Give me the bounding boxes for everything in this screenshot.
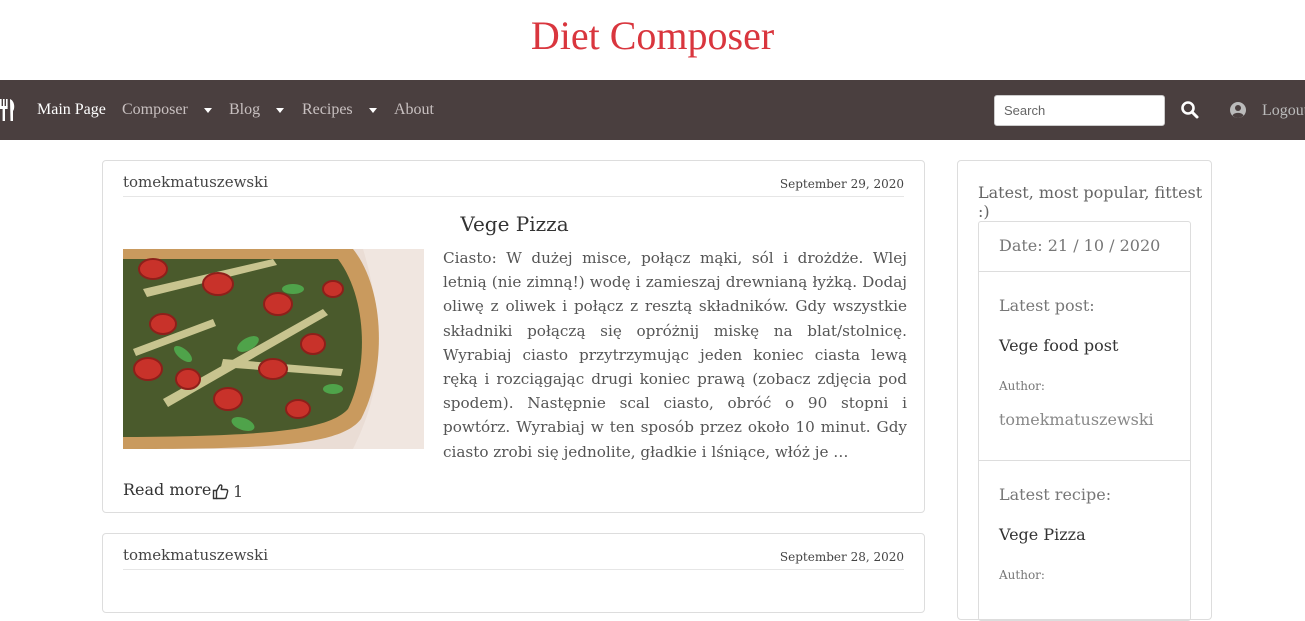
nav-recipes-label: Recipes <box>302 101 353 118</box>
latest-recipe-label: Latest recipe: <box>999 485 1112 504</box>
nav-main-page[interactable]: Main Page <box>37 80 106 140</box>
caret-down-icon <box>203 107 212 113</box>
user-circle-icon <box>1229 101 1247 119</box>
nav-about[interactable]: About <box>394 80 434 140</box>
post-date: September 28, 2020 <box>779 550 904 564</box>
nav-blog[interactable]: Blog <box>229 80 285 140</box>
sidebar-panel: Date: 21 / 10 / 2020 Latest post: Vege f… <box>978 221 1191 621</box>
read-more-link[interactable]: Read more <box>123 480 211 499</box>
sidebar-divider <box>979 460 1190 461</box>
post-divider <box>123 569 904 570</box>
nav-recipes[interactable]: Recipes <box>302 80 377 140</box>
nav-composer-label: Composer <box>122 101 188 118</box>
post-date: September 29, 2020 <box>779 177 904 191</box>
sidebar: Latest, most popular, fittest :) Date: 2… <box>957 160 1212 621</box>
post-excerpt: Ciasto: W dużej misce, połącz mąki, sól … <box>443 249 907 461</box>
post-author[interactable]: tomekmatuszewski <box>123 546 268 564</box>
caret-down-icon <box>276 107 285 113</box>
nav-blog-label: Blog <box>229 101 261 118</box>
nav-composer[interactable]: Composer <box>122 80 212 140</box>
post-image[interactable] <box>123 249 424 449</box>
blog-post-card: tomekmatuszewski September 28, 2020 <box>102 533 925 613</box>
like-count: 1 <box>233 481 244 501</box>
latest-post-label: Latest post: <box>999 296 1095 315</box>
latest-recipe-link[interactable]: Vege Pizza <box>999 525 1086 544</box>
blog-post-card: tomekmatuszewski September 29, 2020 Vege… <box>102 160 925 513</box>
sidebar-divider <box>979 271 1190 272</box>
sidebar-date: Date: 21 / 10 / 2020 <box>999 236 1161 255</box>
navbar: Main Page Composer Blog Recipes About Lo… <box>0 80 1305 140</box>
author-label: Author: <box>999 568 1045 582</box>
like-button[interactable]: 1 <box>212 480 243 502</box>
thumbs-up-icon <box>212 483 229 499</box>
sidebar-header: Latest, most popular, fittest :) <box>978 183 1203 221</box>
caret-down-icon <box>368 107 377 113</box>
site-title: Diet Composer <box>530 13 775 58</box>
search-icon[interactable] <box>1180 100 1200 120</box>
search-input[interactable] <box>994 95 1165 126</box>
author-label: Author: <box>999 379 1045 393</box>
utensils-icon[interactable] <box>0 99 16 121</box>
latest-post-author[interactable]: tomekmatuszewski <box>999 410 1154 429</box>
post-divider <box>123 196 904 197</box>
post-author[interactable]: tomekmatuszewski <box>123 173 268 191</box>
latest-post-link[interactable]: Vege food post <box>999 336 1118 355</box>
post-title[interactable]: Vege Pizza <box>103 212 926 236</box>
logout-link[interactable]: Logout <box>1262 80 1305 142</box>
